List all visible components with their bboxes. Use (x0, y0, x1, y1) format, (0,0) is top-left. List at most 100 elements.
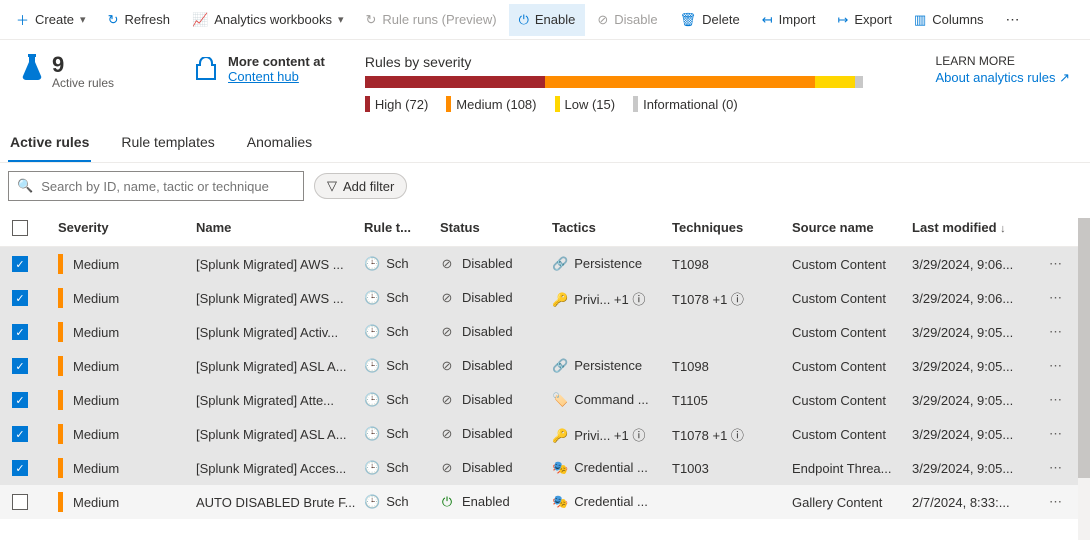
import-button[interactable]: ↤Import (752, 4, 826, 36)
cell-ruletype: 🕒Sch (364, 494, 440, 510)
row-actions[interactable]: ⋯ (1042, 494, 1070, 510)
row-checkbox-cell[interactable]: ✓ (12, 256, 50, 272)
search-box[interactable]: 🔍 (8, 171, 304, 201)
status-label: Disabled (462, 358, 513, 373)
refresh-icon: ↻ (108, 12, 119, 28)
grid-body: ✓ Medium [Splunk Migrated] AWS ... 🕒Sch ⊘ Dis… (0, 247, 1090, 519)
status-label: Disabled (462, 426, 513, 441)
table-row[interactable]: ✓Medium[Splunk Migrated] AWS ...🕒Sch⊘Dis… (0, 281, 1090, 315)
cell-name: [Splunk Migrated] Atte... (196, 393, 364, 408)
refresh-label: Refresh (124, 12, 170, 27)
table-row[interactable]: ✓Medium[Splunk Migrated] Acces...🕒Sch⊘Di… (0, 451, 1090, 485)
tab-rule-templates[interactable]: Rule templates (119, 122, 216, 162)
table-row[interactable]: ✓Medium[Splunk Migrated] ASL A...🕒Sch⊘Di… (0, 349, 1090, 383)
row-actions[interactable]: ⋯ (1042, 426, 1070, 442)
refresh-button[interactable]: ↻ Refresh (98, 4, 180, 36)
row-checkbox[interactable] (12, 494, 28, 510)
row-checkbox[interactable]: ✓ (12, 460, 28, 476)
tactic-icon: 🔗 (552, 256, 568, 271)
swatch-info (633, 96, 638, 112)
row-checkbox-cell[interactable]: ✓ (12, 392, 50, 408)
col-techniques[interactable]: Techniques (672, 220, 792, 235)
row-checkbox-cell[interactable]: ✓ (12, 358, 50, 374)
columns-button[interactable]: ▥Columns (904, 4, 994, 36)
tab-anomalies[interactable]: Anomalies (245, 122, 314, 162)
about-rules-link[interactable]: About analytics rules ↗ (936, 70, 1070, 85)
content-hub-promo: More content at Content hub (194, 54, 325, 84)
col-status[interactable]: Status (440, 220, 552, 235)
sev-title: Rules by severity (365, 54, 896, 70)
row-checkbox[interactable]: ✓ (12, 426, 28, 442)
select-all-checkbox[interactable] (12, 220, 28, 236)
scrollbar[interactable] (1078, 218, 1090, 540)
cell-techniques: T1098 (672, 359, 792, 374)
workbooks-label: Analytics workbooks (214, 12, 332, 27)
severity-indicator (58, 356, 63, 376)
delete-button[interactable]: 🗑Delete (670, 4, 750, 36)
severity-label: Medium (73, 325, 119, 340)
ellipsis-icon: ⋯ (1049, 290, 1063, 305)
row-actions[interactable]: ⋯ (1042, 460, 1070, 476)
search-input[interactable] (41, 179, 295, 194)
col-tactics[interactable]: Tactics (552, 220, 672, 235)
row-actions[interactable]: ⋯ (1042, 392, 1070, 408)
row-checkbox-cell[interactable]: ✓ (12, 460, 50, 476)
cell-lastmod: 3/29/2024, 9:05... (912, 359, 1042, 374)
cell-tactics: 🔗Persistence (552, 256, 672, 272)
severity-indicator (58, 254, 63, 274)
row-checkbox-cell[interactable]: ✓ (12, 426, 50, 442)
columns-label: Columns (932, 12, 983, 27)
col-ruletype[interactable]: Rule t... (364, 220, 440, 235)
enable-button[interactable]: ⏻Enable (509, 4, 586, 36)
row-checkbox[interactable]: ✓ (12, 256, 28, 272)
learn-more-heading: LEARN MORE (936, 54, 1070, 68)
row-actions[interactable]: ⋯ (1042, 358, 1070, 374)
cell-tactics: 🏷️Command ... (552, 392, 672, 408)
row-checkbox-cell[interactable]: ✓ (12, 324, 50, 340)
col-name[interactable]: Name (196, 220, 364, 235)
workbooks-button[interactable]: 📈Analytics workbooks▾ (182, 4, 354, 36)
add-filter-button[interactable]: ▽ Add filter (314, 173, 407, 199)
hub-lead: More content at (228, 54, 325, 69)
seg-high (365, 76, 545, 88)
table-row[interactable]: ✓Medium[Splunk Migrated] Activ...🕒Sch⊘Di… (0, 315, 1090, 349)
filter-row: 🔍 ▽ Add filter (0, 163, 1090, 209)
ellipsis-icon: ⋯ (1049, 494, 1063, 509)
table-row[interactable]: MediumAUTO DISABLED Brute F...🕒Sch⏻Enabl… (0, 485, 1090, 519)
col-severity[interactable]: Severity (50, 220, 196, 235)
row-actions[interactable]: ⋯ (1042, 324, 1070, 340)
clock-icon: 🕒 (364, 494, 380, 509)
row-actions[interactable]: ⋯ (1042, 256, 1070, 272)
table-row[interactable]: ✓Medium[Splunk Migrated] ASL A...🕒Sch⊘Di… (0, 417, 1090, 451)
command-bar: ＋Create▾ ↻Refresh 📈Analytics workbooks▾ … (0, 0, 1090, 40)
create-button[interactable]: ＋Create▾ (6, 4, 96, 36)
sort-down-icon: ↓ (1000, 223, 1006, 235)
row-checkbox[interactable]: ✓ (12, 324, 28, 340)
overflow-button[interactable]: ⋯ (996, 4, 1031, 36)
row-checkbox[interactable]: ✓ (12, 392, 28, 408)
content-hub-link[interactable]: Content hub (228, 69, 299, 84)
tactic-icon: 🔗 (552, 358, 568, 373)
tab-active-rules[interactable]: Active rules (8, 122, 91, 162)
scroll-thumb[interactable] (1078, 218, 1090, 478)
col-source[interactable]: Source name (792, 220, 912, 235)
status-label: Disabled (462, 324, 513, 339)
noentry-icon: ⊘ (440, 358, 454, 374)
clock-icon: 🕒 (364, 426, 380, 441)
cell-name: [Splunk Migrated] AWS ... (196, 291, 364, 306)
col-lastmod[interactable]: Last modified ↓ (912, 220, 1042, 235)
row-actions[interactable]: ⋯ (1042, 290, 1070, 306)
cell-lastmod: 3/29/2024, 9:06... (912, 291, 1042, 306)
row-checkbox-cell[interactable] (12, 494, 50, 510)
table-row[interactable]: ✓Medium[Splunk Migrated] Atte...🕒Sch⊘Dis… (0, 383, 1090, 417)
table-row[interactable]: ✓Medium[Splunk Migrated] AWS ...🕒Sch⊘Dis… (0, 247, 1090, 281)
severity-label: Medium (73, 359, 119, 374)
status-label: Disabled (462, 460, 513, 475)
row-checkbox[interactable]: ✓ (12, 358, 28, 374)
cell-ruletype: 🕒Sch (364, 392, 440, 408)
cell-techniques: T1003 (672, 461, 792, 476)
row-checkbox[interactable]: ✓ (12, 290, 28, 306)
row-checkbox-cell[interactable]: ✓ (12, 290, 50, 306)
col-checkbox[interactable] (12, 220, 50, 236)
export-button[interactable]: ↦Export (827, 4, 901, 36)
